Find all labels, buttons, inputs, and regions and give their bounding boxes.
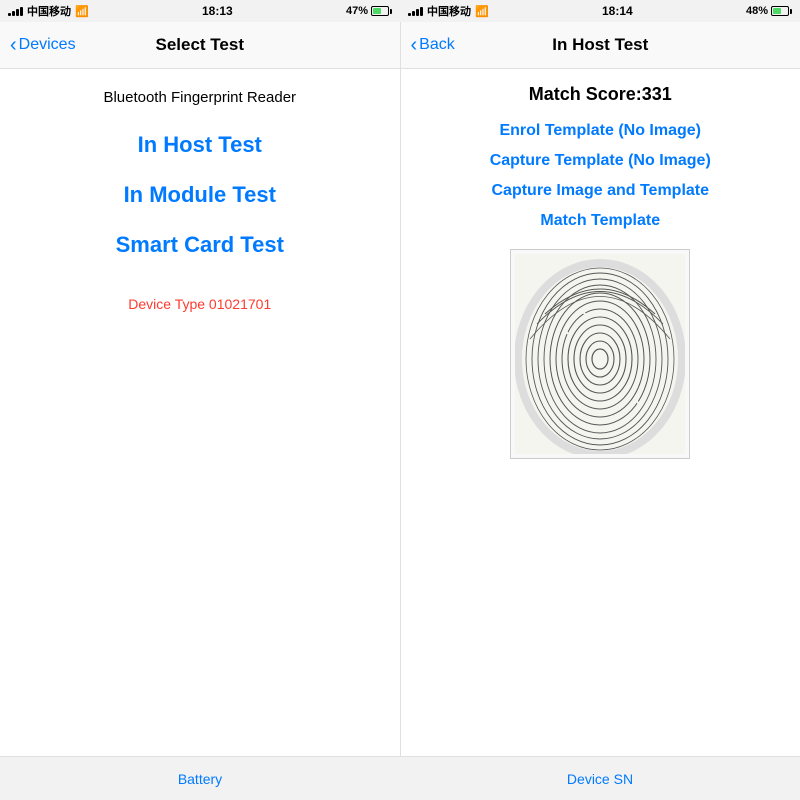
device-sn-button[interactable]: Device SN: [400, 771, 800, 787]
right-status-left: 中国移动 📶: [408, 3, 489, 19]
device-type-label: Device Type 01021701: [128, 296, 271, 312]
chevron-back-icon: ‹: [411, 35, 418, 55]
chevron-left-icon: ‹: [10, 35, 17, 55]
right-panel: Match Score:331 Enrol Template (No Image…: [401, 69, 800, 756]
signal-bars-right: [408, 6, 423, 16]
carrier-right: 中国移动: [427, 3, 471, 19]
devices-back-button[interactable]: ‹ Devices: [10, 35, 76, 55]
right-status-bar: 中国移动 📶 18:14 48%: [400, 0, 800, 22]
bottom-bar: Battery Device SN: [0, 756, 800, 800]
select-test-title: Select Test: [155, 35, 244, 55]
left-status-right: 47%: [346, 5, 392, 17]
status-bar-container: 中国移动 📶 18:13 47% 中国移动 📶 18:14: [0, 0, 800, 22]
smart-card-test-button[interactable]: Smart Card Test: [116, 226, 284, 264]
battery-button[interactable]: Battery: [0, 771, 400, 787]
wifi-icon-right: 📶: [475, 5, 489, 18]
back-label: Back: [419, 36, 455, 54]
left-nav-panel: ‹ Devices Select Test: [0, 22, 401, 68]
main-content: Bluetooth Fingerprint Reader In Host Tes…: [0, 69, 800, 756]
carrier-left: 中国移动: [27, 3, 71, 19]
left-status-left: 中国移动 📶: [8, 3, 89, 19]
wifi-icon-left: 📶: [75, 5, 89, 18]
match-score: Match Score:331: [529, 84, 672, 105]
capture-image-template-button[interactable]: Capture Image and Template: [491, 179, 709, 203]
back-button[interactable]: ‹ Back: [411, 35, 455, 55]
fingerprint-image-container: [510, 249, 690, 459]
device-label: Bluetooth Fingerprint Reader: [103, 89, 296, 106]
in-host-test-button[interactable]: In Host Test: [138, 126, 262, 164]
capture-template-button[interactable]: Capture Template (No Image): [490, 149, 711, 173]
right-status-right: 48%: [746, 5, 792, 17]
left-panel: Bluetooth Fingerprint Reader In Host Tes…: [0, 69, 401, 756]
battery-icon-right: [771, 6, 792, 16]
time-right: 18:14: [602, 4, 633, 18]
in-host-test-title: In Host Test: [552, 35, 648, 55]
nav-bar-container: ‹ Devices Select Test ‹ Back In Host Tes…: [0, 22, 800, 69]
right-nav-panel: ‹ Back In Host Test: [401, 22, 800, 68]
fingerprint-svg: [515, 254, 685, 454]
battery-pct-right: 48%: [746, 5, 768, 17]
left-status-bar: 中国移动 📶 18:13 47%: [0, 0, 400, 22]
devices-back-label: Devices: [19, 36, 76, 54]
time-left: 18:13: [202, 4, 233, 18]
enrol-template-button[interactable]: Enrol Template (No Image): [499, 119, 701, 143]
battery-pct-left: 47%: [346, 5, 368, 17]
signal-bars-left: [8, 6, 23, 16]
in-module-test-button[interactable]: In Module Test: [124, 176, 276, 214]
battery-icon-left: [371, 6, 392, 16]
match-template-button[interactable]: Match Template: [540, 209, 660, 233]
